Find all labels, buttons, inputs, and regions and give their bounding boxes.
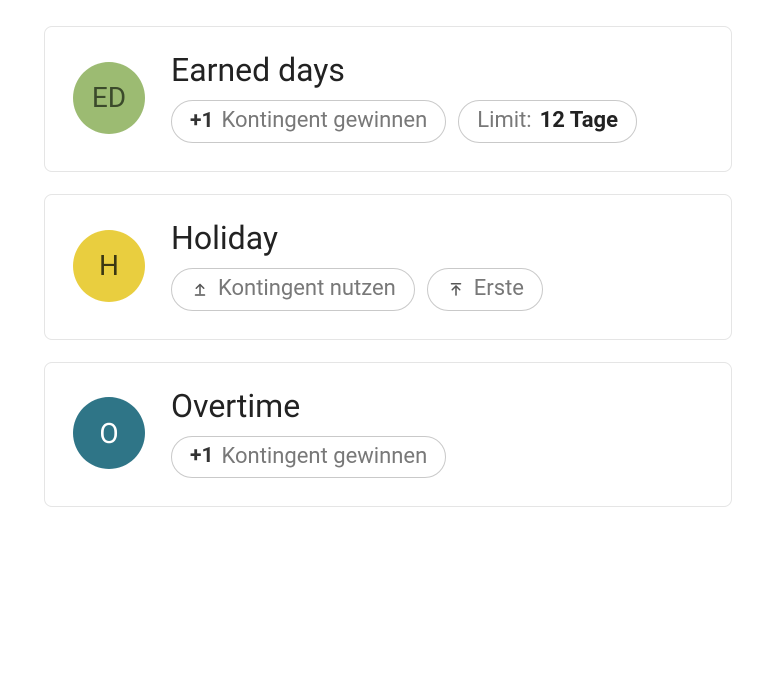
chip-lead: +1: [190, 443, 214, 470]
chips-row: +1 Kontingent gewinnen Limit: 12 Tage: [171, 100, 703, 143]
chips-row: Kontingent nutzen Erste: [171, 268, 703, 311]
chips-row: +1 Kontingent gewinnen: [171, 436, 703, 479]
avatar: ED: [73, 62, 145, 134]
leave-type-card[interactable]: H Holiday Kontingent nutzen Erste: [44, 194, 732, 340]
chip-value: 12 Tage: [540, 107, 618, 136]
chip-gain-quota[interactable]: +1 Kontingent gewinnen: [171, 100, 446, 143]
chip-use-quota[interactable]: Kontingent nutzen: [171, 268, 415, 311]
chip-limit[interactable]: Limit: 12 Tage: [458, 100, 637, 143]
chip-label: Erste: [474, 275, 524, 304]
chip-gain-quota[interactable]: +1 Kontingent gewinnen: [171, 436, 446, 479]
chip-lead: +1: [190, 108, 214, 135]
card-title: Overtime: [171, 389, 703, 424]
chip-label: Kontingent gewinnen: [222, 107, 428, 136]
chip-prefix: Limit:: [477, 107, 531, 136]
card-content: Earned days +1 Kontingent gewinnen Limit: 12…: [171, 53, 703, 143]
avatar: O: [73, 397, 145, 469]
card-title: Holiday: [171, 221, 703, 256]
card-content: Holiday Kontingent nutzen Erste: [171, 221, 703, 311]
arrow-up-bar-icon: [446, 280, 466, 298]
leave-type-card[interactable]: ED Earned days +1 Kontingent gewinnen Limit:…: [44, 26, 732, 172]
card-content: Overtime +1 Kontingent gewinnen: [171, 389, 703, 479]
upload-icon: [190, 280, 210, 298]
chip-first[interactable]: Erste: [427, 268, 543, 311]
chip-label: Kontingent nutzen: [218, 275, 396, 304]
avatar: H: [73, 230, 145, 302]
leave-type-card[interactable]: O Overtime +1 Kontingent gewinnen: [44, 362, 732, 508]
card-title: Earned days: [171, 53, 703, 88]
chip-label: Kontingent gewinnen: [222, 443, 428, 472]
